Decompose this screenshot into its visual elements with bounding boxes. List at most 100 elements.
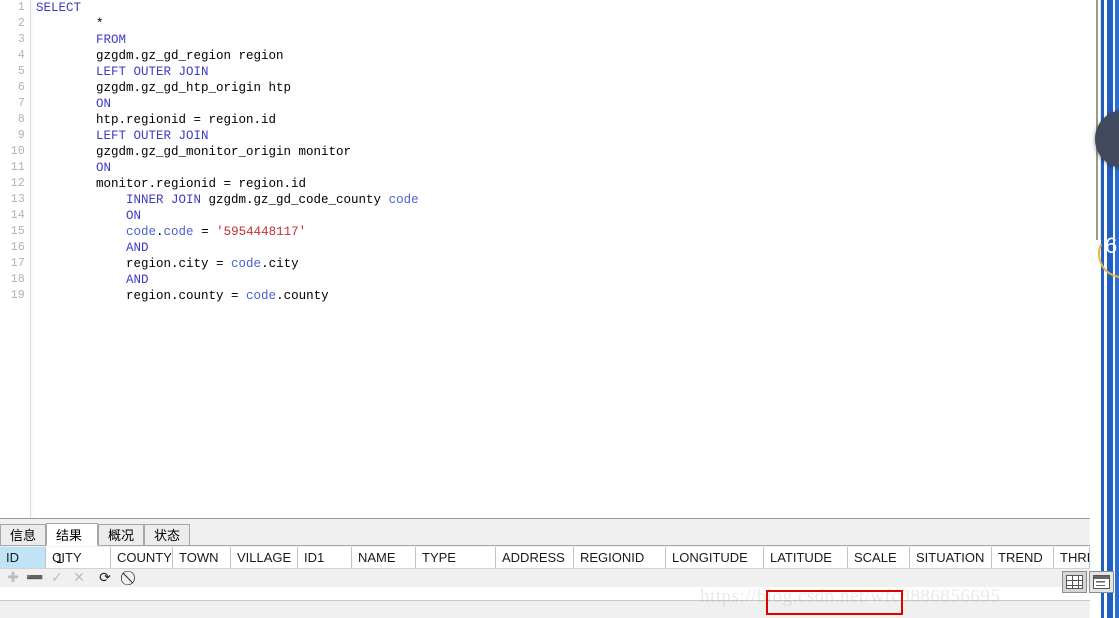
result-panel: 信息 结果1 概况 状态 ID CITY COUNTY TOWN VILLAGE ID1 NAME… <box>0 518 1090 618</box>
line-number: 16 <box>10 241 25 254</box>
sql-client-window: 1 2 3 4 5 6 7 8 9 10 11 12 13 14 15 16 17 18 19 SELECT * F… <box>0 0 1119 618</box>
code-line: code.code = '5954448117' <box>36 224 1086 240</box>
column-header-longitude[interactable]: LONGITUDE <box>666 547 764 568</box>
line-number: 7 <box>17 97 25 110</box>
result-grid-column-headers[interactable]: ID CITY COUNTY TOWN VILLAGE ID1 NAME TYPE ADDRES… <box>0 547 1090 568</box>
code-line: ON <box>36 208 1086 224</box>
code-token: gzgdm.gz_gd_region region <box>96 49 284 63</box>
code-line: LEFT OUTER JOIN <box>36 128 1086 144</box>
line-number: 4 <box>17 49 25 62</box>
code-token: .city <box>261 257 299 271</box>
column-header-id[interactable]: ID <box>0 547 46 568</box>
badge-number: 6 <box>1105 233 1118 258</box>
column-header-id1[interactable]: ID1 <box>298 547 352 568</box>
result-tab-3[interactable]: 状态 <box>144 524 190 545</box>
code-token: .county <box>276 289 329 303</box>
code-token: code <box>126 225 157 239</box>
code-line: monitor.regionid = region.id <box>36 176 1086 192</box>
code-line: gzgdm.gz_gd_region region <box>36 48 1086 64</box>
right-edge-decoration: 6 <box>1090 0 1119 618</box>
line-number: 14 <box>10 209 25 222</box>
code-token: htp.regionid = region.id <box>96 113 277 127</box>
grid-icon <box>1066 575 1083 589</box>
cross-icon: ✕ <box>73 570 85 586</box>
column-header-town[interactable]: TOWN <box>173 547 231 568</box>
code-token: gzgdm.gz_gd_htp_origin htp <box>96 81 292 95</box>
sql-editor[interactable]: 1 2 3 4 5 6 7 8 9 10 11 12 13 14 15 16 17 18 19 SELECT * F… <box>0 0 1090 518</box>
code-token: INNER JOIN <box>126 193 209 207</box>
code-line: ON <box>36 96 1086 112</box>
result-tab-2[interactable]: 概况 <box>98 524 144 545</box>
code-line: SELECT <box>36 0 1086 16</box>
code-token: . <box>156 225 164 239</box>
code-line: AND <box>36 240 1086 256</box>
column-header-county[interactable]: COUNTY <box>111 547 173 568</box>
column-header-name[interactable]: NAME <box>352 547 416 568</box>
code-line: region.city = code.city <box>36 256 1086 272</box>
column-header-address[interactable]: ADDRESS <box>496 547 574 568</box>
code-line: LEFT OUTER JOIN <box>36 64 1086 80</box>
line-number-gutter: 1 2 3 4 5 6 7 8 9 10 11 12 13 14 15 16 17 18 19 <box>0 0 35 518</box>
column-header-thre[interactable]: THRE <box>1054 547 1090 568</box>
block-icon[interactable]: ⃠ <box>122 570 140 587</box>
code-line: htp.regionid = region.id <box>36 112 1086 128</box>
code-token: code <box>163 225 194 239</box>
grid-view-button[interactable] <box>1062 571 1087 593</box>
code-token: monitor.regionid = region.id <box>96 177 307 191</box>
line-number: 10 <box>10 145 25 158</box>
code-token: '5954448117' <box>216 225 307 239</box>
column-header-latitude[interactable]: LATITUDE <box>764 547 848 568</box>
circular-badge[interactable]: 6 <box>1091 110 1119 285</box>
code-token: region.city = <box>126 257 232 271</box>
code-token: gzgdm.gz_gd_code_county <box>208 193 389 207</box>
line-number: 17 <box>10 257 25 270</box>
code-line: * <box>36 16 1086 32</box>
column-header-situation[interactable]: SITUATION <box>910 547 992 568</box>
cream-divider-line <box>1096 0 1098 240</box>
code-token: LEFT OUTER JOIN <box>96 129 209 143</box>
code-line: gzgdm.gz_gd_monitor_origin monitor <box>36 144 1086 160</box>
line-number: 11 <box>10 161 25 174</box>
code-line: AND <box>36 272 1086 288</box>
column-header-village[interactable]: VILLAGE <box>231 547 298 568</box>
code-line: gzgdm.gz_gd_htp_origin htp <box>36 80 1086 96</box>
column-header-trend[interactable]: TREND <box>992 547 1054 568</box>
result-tab-1[interactable]: 结果1 <box>46 523 98 566</box>
code-token: ON <box>96 161 112 175</box>
code-token: region.county = <box>126 289 247 303</box>
column-header-type[interactable]: TYPE <box>416 547 496 568</box>
sql-code-area[interactable]: SELECT * FROM gzgdm.gz_gd_region region … <box>36 0 1086 518</box>
code-token: * <box>96 17 104 31</box>
result-tab-0[interactable]: 信息 <box>0 524 46 545</box>
refresh-icon[interactable]: ⟳ <box>96 570 114 587</box>
code-token: LEFT OUTER JOIN <box>96 65 209 79</box>
code-token: AND <box>126 273 149 287</box>
result-grid-rows-area[interactable] <box>0 587 1090 601</box>
code-token: ON <box>126 209 142 223</box>
code-token: code <box>231 257 262 271</box>
form-view-button[interactable] <box>1089 571 1114 593</box>
line-number: 13 <box>10 193 25 206</box>
code-token: code <box>388 193 419 207</box>
column-header-regionid[interactable]: REGIONID <box>574 547 666 568</box>
line-number: 19 <box>10 289 25 302</box>
line-number: 2 <box>17 17 25 30</box>
column-header-scale[interactable]: SCALE <box>848 547 910 568</box>
code-line: ON <box>36 160 1086 176</box>
form-icon <box>1093 575 1110 589</box>
blue-border-outer <box>1115 0 1119 618</box>
code-line: FROM <box>36 32 1086 48</box>
code-token: code <box>246 289 277 303</box>
